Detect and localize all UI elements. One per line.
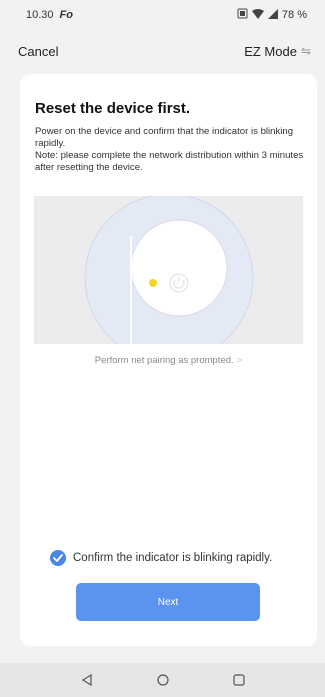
page-title: Reset the device first.: [35, 100, 191, 117]
status-app-indicator: Fo: [59, 9, 73, 21]
home-icon[interactable]: [153, 670, 173, 690]
confirm-checkbox-row[interactable]: Confirm the indicator is blinking rapidl…: [50, 548, 272, 568]
signal-icon: [267, 8, 278, 22]
device-face: [130, 219, 228, 317]
indicator-led: [149, 279, 157, 287]
reset-card: Reset the device first. Power on the dev…: [20, 74, 317, 646]
sim-icon: [237, 8, 248, 22]
next-button[interactable]: Next: [76, 583, 260, 621]
checkbox-checked-icon[interactable]: [50, 550, 66, 566]
top-nav: Cancel EZ Mode ⇋: [0, 38, 325, 64]
status-time: 10.30: [26, 9, 54, 21]
system-nav-bar: [0, 663, 325, 697]
description-line-2: Note: please complete the network distri…: [35, 150, 304, 173]
back-icon[interactable]: [77, 670, 97, 690]
chevron-right-icon: >: [236, 355, 243, 366]
description: Power on the device and confirm that the…: [35, 126, 307, 174]
swap-icon: ⇋: [300, 44, 311, 58]
status-right: 78 %: [237, 8, 307, 22]
status-bar: 10.30 Fo 78 %: [0, 0, 325, 30]
description-line-1: Power on the device and confirm that the…: [35, 126, 294, 149]
status-left: 10.30 Fo: [26, 9, 73, 21]
battery-level: 78 %: [281, 9, 307, 21]
net-pairing-link[interactable]: Perform net pairing as prompted. >: [20, 355, 317, 366]
device-illustration: [34, 196, 303, 344]
wifi-icon: [251, 8, 264, 22]
recents-icon[interactable]: [229, 670, 249, 690]
power-icon: [169, 273, 189, 293]
cancel-button[interactable]: Cancel: [18, 44, 58, 59]
ez-mode-label: EZ Mode: [244, 43, 297, 59]
confirm-label: Confirm the indicator is blinking rapidl…: [73, 552, 273, 564]
net-pairing-label: Perform net pairing as prompted.: [94, 355, 234, 366]
ez-mode-button[interactable]: EZ Mode ⇋: [244, 44, 311, 59]
